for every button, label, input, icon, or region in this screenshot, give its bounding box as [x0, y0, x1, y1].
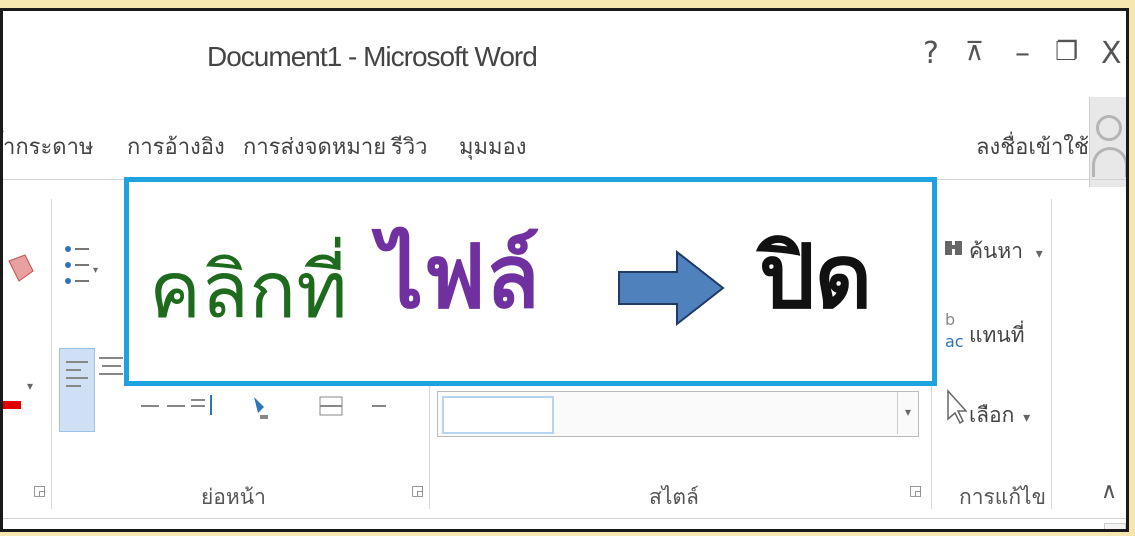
help-icon[interactable]: ?	[923, 39, 939, 69]
svg-text:ac: ac	[945, 332, 964, 351]
font-group-divider	[51, 199, 52, 509]
gallery-more-icon[interactable]: ▾	[897, 392, 918, 434]
styles-group-label: สไตล์	[649, 485, 699, 509]
svg-text:b: b	[945, 310, 955, 329]
tab-view[interactable]: มุมมอง	[459, 129, 526, 164]
line-spacing-icon[interactable]	[141, 391, 221, 421]
align-left-icon	[60, 349, 94, 399]
title-bar: Document1 - Microsoft Word ? ⊼ – ❐ X	[3, 11, 1126, 106]
font-dialog-launcher-icon[interactable]: ◲	[33, 483, 46, 499]
ribbon-display-options-icon[interactable]: ⊼	[965, 39, 984, 65]
ribbon-tabs: ้ากระดาษ การอ้างอิง การส่งจดหมาย รีวิว ม…	[3, 129, 1126, 179]
borders-icon[interactable]	[318, 395, 388, 419]
scrollbar-corner	[1104, 523, 1126, 529]
minimize-icon[interactable]: –	[1015, 39, 1030, 69]
editing-group-label: การแก้ไข	[959, 485, 1046, 509]
word-window: Document1 - Microsoft Word ? ⊼ – ❐ X ้าก…	[0, 8, 1129, 532]
window-title: Document1 - Microsoft Word	[207, 41, 538, 72]
style-normal-swatch[interactable]	[442, 396, 554, 434]
shading-icon[interactable]	[248, 393, 278, 423]
close-icon[interactable]: X	[1101, 39, 1122, 69]
styles-dialog-launcher-icon[interactable]: ◲	[909, 483, 922, 499]
select-icon	[945, 387, 968, 427]
instruction-callout: คลิกที่ ไฟล์ ปิด	[124, 177, 937, 386]
select-label: เลือก	[969, 403, 1015, 427]
find-button[interactable]: ค้นหา ▾	[969, 235, 1043, 268]
tab-review[interactable]: รีวิว	[391, 129, 428, 164]
styles-gallery[interactable]: ▾	[437, 391, 919, 437]
find-icon	[943, 237, 965, 261]
editing-group-divider	[1051, 199, 1052, 509]
find-label: ค้นหา	[969, 239, 1024, 263]
select-button[interactable]: เลือก ▾	[969, 399, 1030, 432]
replace-button[interactable]: แทนที่	[969, 319, 1025, 352]
callout-prefix-text: คลิกที่	[149, 246, 348, 334]
tab-references[interactable]: การอ้างอิง	[127, 129, 225, 164]
paragraph-dialog-launcher-icon[interactable]: ◲	[411, 483, 424, 499]
svg-text:▾: ▾	[93, 265, 98, 276]
collapse-ribbon-icon[interactable]: ∧	[1101, 479, 1117, 504]
ribbon-bottom-border	[3, 518, 1126, 519]
restore-icon[interactable]: ❐	[1055, 39, 1078, 65]
right-arrow-icon	[618, 249, 725, 327]
user-avatar-icon[interactable]	[1089, 97, 1126, 187]
tab-mailings[interactable]: การส่งจดหมาย	[243, 129, 386, 164]
align-left-button[interactable]	[59, 348, 95, 432]
font-color-icon[interactable]: ▾	[3, 371, 33, 411]
callout-close-text: ปิด	[759, 225, 873, 328]
replace-icon: b ac	[943, 309, 969, 353]
text-effects-icon[interactable]	[7, 251, 37, 291]
bullets-icon[interactable]: ▾	[63, 243, 103, 303]
paragraph-group-label: ย่อหน้า	[201, 485, 266, 509]
tab-page-layout[interactable]: ้ากระดาษ	[3, 129, 93, 164]
callout-file-menu-text: ไฟล์	[379, 225, 540, 328]
align-center-icon[interactable]	[99, 351, 123, 381]
sign-in-link[interactable]: ลงชื่อเข้าใช้	[976, 129, 1089, 164]
